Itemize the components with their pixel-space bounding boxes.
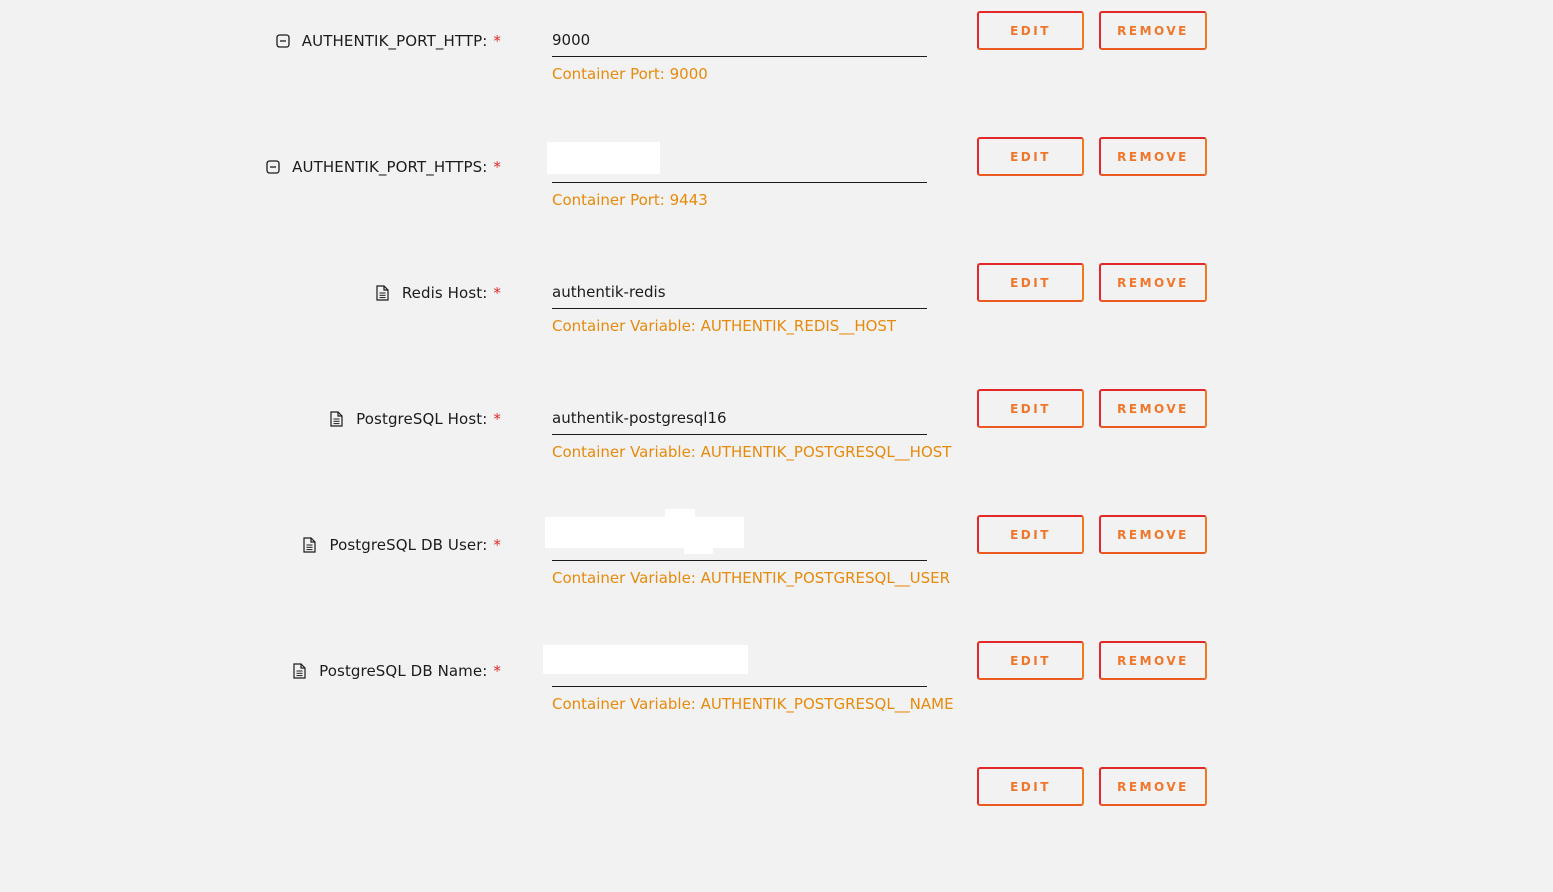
- minus-square-icon[interactable]: [266, 160, 280, 174]
- setting-hint: Container Variable: AUTHENTIK_REDIS__HOS…: [552, 317, 897, 335]
- setting-row-authentik-port-http: AUTHENTIK_PORT_HTTP: * Container Port: 9…: [0, 10, 1553, 136]
- edit-button[interactable]: EDIT: [977, 11, 1084, 50]
- required-marker: *: [493, 410, 501, 428]
- edit-button[interactable]: EDIT: [977, 767, 1084, 806]
- setting-value-input[interactable]: [552, 281, 927, 303]
- edit-button[interactable]: EDIT: [977, 515, 1084, 554]
- setting-label: AUTHENTIK_PORT_HTTP: *: [276, 30, 501, 52]
- setting-label: Redis Host: *: [375, 282, 501, 304]
- document-icon: [329, 411, 344, 427]
- setting-value-field[interactable]: [552, 272, 927, 309]
- setting-label: PostgreSQL DB User: *: [302, 534, 501, 556]
- setting-label-text: Redis Host:: [401, 284, 488, 302]
- setting-value-field[interactable]: [552, 20, 927, 57]
- setting-label-text: PostgreSQL DB Name:: [319, 662, 488, 680]
- document-icon: [292, 663, 307, 679]
- setting-label-text: PostgreSQL Host:: [356, 410, 488, 428]
- edit-button[interactable]: EDIT: [977, 389, 1084, 428]
- document-icon: [302, 537, 317, 553]
- setting-row-authentik-port-https: AUTHENTIK_PORT_HTTPS: * Container Port: …: [0, 136, 1553, 262]
- redaction-block: [547, 142, 660, 174]
- required-marker: *: [493, 662, 501, 680]
- setting-value-input[interactable]: [552, 29, 927, 51]
- setting-value-input[interactable]: [552, 407, 927, 429]
- setting-hint: Container Port: 9443: [552, 191, 708, 209]
- remove-button[interactable]: REMOVE: [1099, 11, 1207, 50]
- setting-label: PostgreSQL Host: *: [329, 408, 501, 430]
- document-icon: [375, 285, 390, 301]
- minus-square-icon[interactable]: [276, 34, 290, 48]
- remove-button[interactable]: REMOVE: [1099, 641, 1207, 680]
- remove-button[interactable]: REMOVE: [1099, 389, 1207, 428]
- setting-label-text: PostgreSQL DB User:: [329, 536, 488, 554]
- edit-button[interactable]: EDIT: [977, 137, 1084, 176]
- remove-button[interactable]: REMOVE: [1099, 263, 1207, 302]
- remove-button[interactable]: REMOVE: [1099, 767, 1207, 806]
- template-settings-list: AUTHENTIK_PORT_HTTP: * Container Port: 9…: [0, 0, 1553, 806]
- setting-value-field[interactable]: [552, 398, 927, 435]
- remove-button[interactable]: REMOVE: [1099, 515, 1207, 554]
- required-marker: *: [493, 32, 501, 50]
- setting-row-redis-host: Redis Host: * Container Variable: AUTHEN…: [0, 262, 1553, 388]
- remove-button[interactable]: REMOVE: [1099, 137, 1207, 176]
- setting-row-partial: EDIT REMOVE: [0, 766, 1553, 892]
- setting-hint: Container Variable: AUTHENTIK_POSTGRESQL…: [552, 569, 951, 587]
- redaction-block: [684, 542, 713, 554]
- required-marker: *: [493, 158, 501, 176]
- redaction-block: [543, 645, 748, 674]
- required-marker: *: [493, 284, 501, 302]
- setting-row-postgresql-db-user: PostgreSQL DB User: * Container Variable…: [0, 509, 1553, 640]
- setting-hint: Container Variable: AUTHENTIK_POSTGRESQL…: [552, 443, 952, 461]
- setting-hint: Container Variable: AUTHENTIK_POSTGRESQL…: [552, 695, 954, 713]
- setting-hint: Container Port: 9000: [552, 65, 708, 83]
- redaction-block: [665, 509, 695, 519]
- setting-row-postgresql-host: PostgreSQL Host: * Container Variable: A…: [0, 388, 1553, 514]
- setting-row-postgresql-db-name: PostgreSQL DB Name: * Container Variable…: [0, 640, 1553, 766]
- setting-label-text: AUTHENTIK_PORT_HTTPS:: [292, 158, 488, 176]
- redaction-block: [545, 517, 744, 548]
- setting-label: PostgreSQL DB Name: *: [292, 660, 501, 682]
- required-marker: *: [493, 536, 501, 554]
- setting-label: AUTHENTIK_PORT_HTTPS: *: [266, 156, 501, 178]
- edit-button[interactable]: EDIT: [977, 641, 1084, 680]
- edit-button[interactable]: EDIT: [977, 263, 1084, 302]
- setting-label-text: AUTHENTIK_PORT_HTTP:: [301, 32, 488, 50]
